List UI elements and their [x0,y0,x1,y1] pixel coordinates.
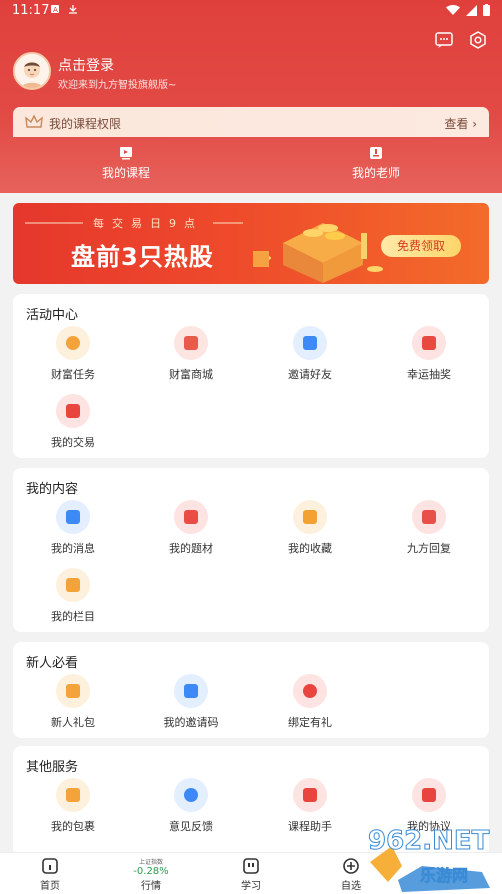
chart-icon [56,394,90,428]
item-invite-friends[interactable]: 邀请好友 [255,326,365,382]
wifi-icon [446,4,460,15]
item-my-trades[interactable]: 我的交易 [18,394,128,450]
feedback-icon [174,778,208,812]
item-wealth-task[interactable]: 财富任务 [18,326,128,382]
medal-icon [56,326,90,360]
index-change: -0.28% [133,866,169,877]
battery-icon [483,4,490,16]
message-icon [56,500,90,534]
welcome-text: 欢迎来到九方智投旗舰版~ [58,80,177,91]
section-newcomer: 新人必看 新人礼包 我的邀请码 绑定有礼 [13,642,489,738]
store-icon [174,326,208,360]
banner-headline: 盘前3只热股 [71,243,214,271]
course-icon [120,147,132,160]
gift-icon [412,326,446,360]
section-title: 新人必看 [26,656,79,671]
invite-icon [293,326,327,360]
status-bar: 11:17 A [0,0,502,22]
profile-header: 11:17 A 点击登录 欢迎来到九方智投旗舰版~ 我的课程权限 查看 › 我的… [0,0,502,193]
agreement-icon [412,778,446,812]
item-invite-code[interactable]: 我的邀请码 [136,674,246,730]
avatar[interactable] [13,52,51,90]
reply-icon [412,500,446,534]
section-title: 我的内容 [26,482,79,497]
tab-my-teachers[interactable]: 我的老师 [316,146,436,181]
code-icon [174,674,208,708]
teacher-icon [370,147,382,159]
study-icon [243,858,259,874]
view-link[interactable]: 查看 › [444,115,477,132]
notification-icon: A [51,5,59,14]
svg-text:A: A [53,6,58,14]
download-icon [69,5,77,14]
item-wealth-mall[interactable]: 财富商城 [136,326,246,382]
item-my-messages[interactable]: 我的消息 [18,500,128,556]
index-name: 上证指数 [138,859,163,866]
status-time: 11:17 [12,3,50,18]
tab-my-courses-label: 我的课程 [101,166,150,180]
course-permission-label: 我的课程权限 [49,117,122,131]
item-lucky-draw[interactable]: 幸运抽奖 [374,326,484,382]
item-feedback[interactable]: 意见反馈 [136,778,246,834]
watermark-logo: 962.NET 乐游网 [362,822,502,894]
banner-tagline: 每交易日9点 [93,217,203,230]
promo-banner[interactable]: 每交易日9点 盘前3只热股 免费领取 [13,203,489,284]
item-my-topics[interactable]: 我的题材 [136,500,246,556]
message-center-icon[interactable] [434,30,454,50]
nav-home[interactable]: 首页 [20,857,80,892]
course-permission-bar[interactable]: 我的课程权限 查看 › [13,107,489,137]
free-claim-button[interactable]: 免费领取 [381,235,461,257]
package-icon [56,674,90,708]
settings-icon[interactable] [468,30,488,50]
item-my-columns[interactable]: 我的栏目 [18,568,128,624]
star-icon [293,500,327,534]
section-my-content: 我的内容 我的消息 我的题材 我的收藏 九方回复 我的栏目 [13,468,489,632]
tab-my-courses[interactable]: 我的课程 [66,146,186,181]
watermark-cn: 乐游网 [420,866,469,886]
item-my-parcels[interactable]: 我的包裹 [18,778,128,834]
add-watchlist-icon [343,858,359,874]
heart-icon [293,674,327,708]
tab-my-teachers-label: 我的老师 [351,166,400,180]
item-my-favorites[interactable]: 我的收藏 [255,500,365,556]
parcel-icon [56,778,90,812]
item-newcomer-pack[interactable]: 新人礼包 [18,674,128,730]
item-jiufang-reply[interactable]: 九方回复 [374,500,484,556]
nav-market[interactable]: 上证指数 -0.28% 行情 [121,857,181,892]
item-bind-gift[interactable]: 绑定有礼 [255,674,365,730]
section-title: 活动中心 [26,308,79,323]
section-activity-center: 活动中心 财富任务 财富商城 邀请好友 幸运抽奖 我的交易 [13,294,489,458]
nav-study[interactable]: 学习 [221,857,281,892]
crown-icon [25,114,43,128]
assistant-icon [293,778,327,812]
column-icon [56,568,90,602]
login-title[interactable]: 点击登录 [58,55,114,75]
topic-icon [174,500,208,534]
signal-icon [466,4,477,16]
home-icon [42,858,58,874]
section-title: 其他服务 [26,760,79,775]
item-course-assistant[interactable]: 课程助手 [255,778,365,834]
watermark-text: 962.NET [367,826,490,857]
